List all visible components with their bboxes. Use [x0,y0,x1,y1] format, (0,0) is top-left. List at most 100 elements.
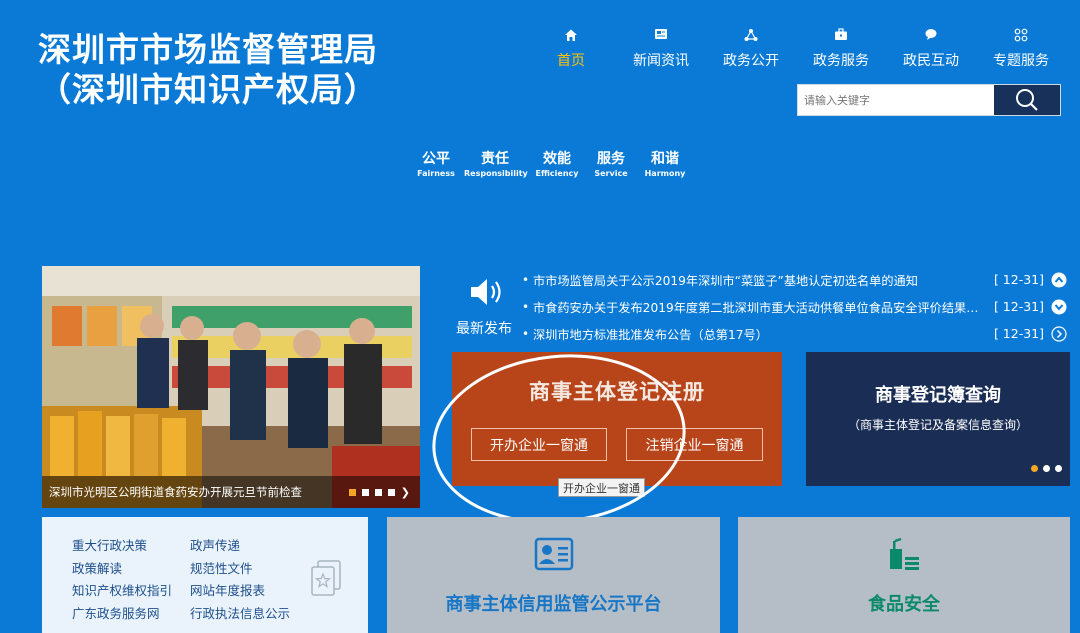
news-title[interactable]: 市市场监管局关于公示2019年深圳市“菜篮子”基地认定初选名单的通知 [533,271,988,289]
quick-links-col2: 政声传递 规范性文件 网站年度报表 行政执法信息公示 [190,535,290,625]
bullet: • [522,326,530,341]
value-cn: 公平 [422,151,450,167]
query-pager [1026,465,1062,472]
query-title: 商事登记簿查询 [875,385,1001,406]
id-card-icon [387,537,720,571]
close-business-button[interactable]: 注销企业一窗通 [626,428,763,461]
carousel-image [42,266,420,508]
open-business-button[interactable]: 开办企业一窗通 [471,428,607,461]
carousel-pager: ❯ [343,486,410,499]
site-title-line2: （深圳市知识产权局） [38,70,378,109]
value-efficiency: 效能 Efficiency [534,150,580,180]
query-dot-1[interactable] [1031,465,1038,472]
value-harmony: 和谐 Harmony [642,150,688,180]
chevron-right-icon[interactable] [1050,325,1068,343]
search-icon [1016,89,1038,111]
food-icon [738,537,1070,573]
business-register-query-panel[interactable]: 商事登记簿查询 （商事主体登记及备案信息查询） [806,352,1070,486]
quick-link[interactable]: 知识产权维权指引 [72,580,172,603]
nav-item-special[interactable]: 专题服务 [976,28,1066,70]
quick-link[interactable]: 政声传递 [190,535,290,558]
news-date: [ 12-31] [993,326,1044,341]
value-en: Responsibility [464,169,528,178]
search-input[interactable] [798,85,994,115]
value-cn: 服务 [597,151,625,167]
carousel-dot-2[interactable] [361,488,369,496]
nav-label: 政民互动 [903,53,959,69]
latest-label: 最新发布 [456,321,512,337]
carousel-dot-4[interactable] [387,488,395,496]
network-icon [706,28,796,44]
value-cn: 效能 [543,151,571,167]
query-subtitle: （商事主体登记及备案信息查询） [847,418,1028,432]
quick-links-panel: 重大行政决策 政策解读 知识产权维权指引 广东政务服务网 政声传递 规范性文件 … [42,517,368,633]
quick-link[interactable]: 重大行政决策 [72,535,172,558]
scroll-up-icon[interactable] [1050,271,1068,289]
site-title: 深圳市市场监督管理局 （深圳市知识产权局） [38,30,378,110]
carousel-caption[interactable]: 深圳市光明区公明街道食药安办开展元旦节前检查 [49,484,343,500]
speaker-icon [468,275,506,313]
quick-links-col1: 重大行政决策 政策解读 知识产权维权指引 广东政务服务网 [72,535,172,625]
credit-platform-label: 商事主体信用监管公示平台 [445,594,662,615]
value-fairness: 公平 Fairness [416,150,456,180]
newspaper-icon [616,28,706,44]
query-dot-3[interactable] [1055,465,1062,472]
site-title-line1: 深圳市市场监督管理局 [38,30,378,69]
value-service: 服务 Service [588,150,634,180]
nav-item-gov-open[interactable]: 政务公开 [706,28,796,70]
news-date: [ 12-31] [993,299,1044,314]
food-safety-label: 食品安全 [868,594,940,615]
latest-news-list: • 市市场监管局关于公示2019年深圳市“菜篮子”基地认定初选名单的通知 [ 1… [522,266,1072,347]
search-button[interactable] [994,85,1060,115]
nav-item-home[interactable]: 首页 [526,28,616,70]
value-cn: 和谐 [651,151,679,167]
news-item[interactable]: • 市食药安办关于发布2019年度第二批深圳市重大活动供餐单位食品安全评价结果的… [522,293,1072,320]
news-title[interactable]: 深圳市地方标准批准发布公告（总第17号） [533,325,988,343]
news-item[interactable]: • 市市场监管局关于公示2019年深圳市“菜篮子”基地认定初选名单的通知 [ 1… [522,266,1072,293]
nav-item-interaction[interactable]: 政民互动 [886,28,976,70]
main-nav: 首页 新闻资讯 政务公开 政务服务 政民互动 专题服务 [526,28,1066,70]
credit-platform-tile[interactable]: 商事主体信用监管公示平台 [387,517,720,633]
quick-link[interactable]: 网站年度报表 [190,580,290,603]
tooltip: 开办企业一窗通 [558,478,645,497]
scroll-down-icon[interactable] [1050,298,1068,316]
news-date: [ 12-31] [993,272,1044,287]
grid-icon [976,28,1066,44]
business-registration-panel: 商事主体登记注册 开办企业一窗通 注销企业一窗通 [452,352,782,486]
nav-label: 专题服务 [993,53,1049,69]
food-safety-tile[interactable]: 食品安全 [738,517,1070,633]
carousel-caption-bar: 深圳市光明区公明街道食药安办开展元旦节前检查 ❯ [42,476,420,508]
nav-label: 政务公开 [723,53,779,69]
value-cn: 责任 [481,151,509,167]
nav-item-news[interactable]: 新闻资讯 [616,28,706,70]
briefcase-icon [796,28,886,44]
value-en: Harmony [644,169,686,178]
bullet: • [522,272,530,287]
nav-item-gov-service[interactable]: 政务服务 [796,28,886,70]
nav-label: 政务服务 [813,53,869,69]
quick-link[interactable]: 广东政务服务网 [72,603,172,626]
quick-link[interactable]: 规范性文件 [190,558,290,581]
carousel-dot-1[interactable] [348,488,356,496]
quick-link[interactable]: 政策解读 [72,558,172,581]
query-dot-2[interactable] [1043,465,1050,472]
registration-title[interactable]: 商事主体登记注册 [452,376,782,406]
value-en: Fairness [417,169,455,178]
bullet: • [522,299,530,314]
value-en: Efficiency [535,169,579,178]
quick-link[interactable]: 行政执法信息公示 [190,603,290,626]
document-star-icon [308,559,344,601]
nav-label: 新闻资讯 [633,53,689,69]
news-title[interactable]: 市食药安办关于发布2019年度第二批深圳市重大活动供餐单位食品安全评价结果的通告 [533,298,988,316]
core-values: 公平 Fairness 责任 Responsibility 效能 Efficie… [412,150,692,180]
home-icon [526,28,616,44]
search-box [797,84,1061,116]
nav-label: 首页 [557,53,585,69]
chat-icon [886,28,976,44]
value-responsibility: 责任 Responsibility [464,150,528,180]
news-item[interactable]: • 深圳市地方标准批准发布公告（总第17号） [ 12-31] [522,320,1072,347]
carousel-dot-3[interactable] [374,488,382,496]
news-carousel[interactable]: 深圳市光明区公明街道食药安办开展元旦节前检查 ❯ [42,266,420,508]
carousel-next-button[interactable]: ❯ [401,486,410,499]
value-en: Service [594,169,628,178]
